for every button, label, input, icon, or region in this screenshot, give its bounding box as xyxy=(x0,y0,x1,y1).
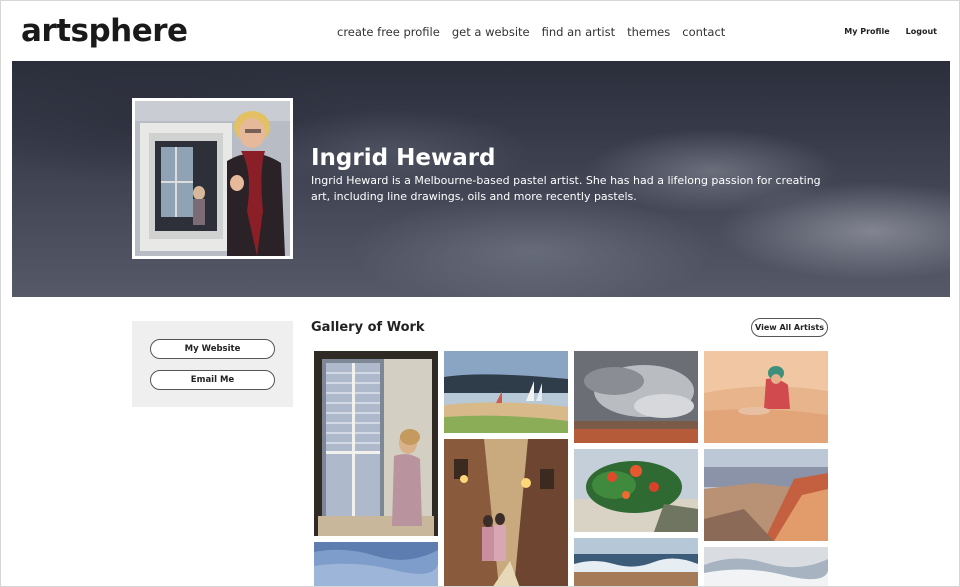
hero-banner: Ingrid Heward Ingrid Heward is a Melbour… xyxy=(12,61,950,297)
gallery-item-blue-texture[interactable] xyxy=(314,542,438,586)
account-links: My Profile Logout xyxy=(844,26,937,38)
view-all-artists-button[interactable]: View All Artists xyxy=(751,318,828,337)
gallery-item-sailboats[interactable] xyxy=(444,351,568,433)
main-nav: create free profile get a website find a… xyxy=(337,23,725,41)
artist-portrait xyxy=(132,98,293,259)
page: artsphere create free profile get a webs… xyxy=(0,0,960,587)
nav-themes[interactable]: themes xyxy=(627,23,670,41)
gallery-item-rocky-coast[interactable] xyxy=(704,449,828,541)
nav-create-free-profile[interactable]: create free profile xyxy=(337,23,440,41)
site-header: artsphere create free profile get a webs… xyxy=(1,1,959,61)
gallery-item-waves[interactable] xyxy=(704,547,828,586)
gallery-item-red-flowers[interactable] xyxy=(574,449,698,532)
artist-bio: Ingrid Heward is a Melbourne-based paste… xyxy=(311,174,821,203)
nav-get-a-website[interactable]: get a website xyxy=(452,23,530,41)
gallery-item-beach-child[interactable] xyxy=(704,351,828,443)
logout-link[interactable]: Logout xyxy=(906,26,937,38)
gallery-title: Gallery of Work xyxy=(311,320,425,335)
gallery-item-seascape[interactable] xyxy=(574,538,698,586)
site-logo[interactable]: artsphere xyxy=(21,11,188,51)
nav-contact[interactable]: contact xyxy=(682,23,725,41)
nav-find-an-artist[interactable]: find an artist xyxy=(542,23,615,41)
my-profile-link[interactable]: My Profile xyxy=(844,26,889,38)
email-me-button[interactable]: Email Me xyxy=(150,370,275,390)
artist-name: Ingrid Heward xyxy=(311,145,496,171)
my-website-button[interactable]: My Website xyxy=(150,339,275,359)
gallery-item-lane-walkers[interactable] xyxy=(444,439,568,586)
gallery-item-storm-sky[interactable] xyxy=(574,351,698,443)
gallery-item-window-girl[interactable] xyxy=(314,351,438,536)
artist-sidebar: My Website Email Me xyxy=(132,321,293,407)
